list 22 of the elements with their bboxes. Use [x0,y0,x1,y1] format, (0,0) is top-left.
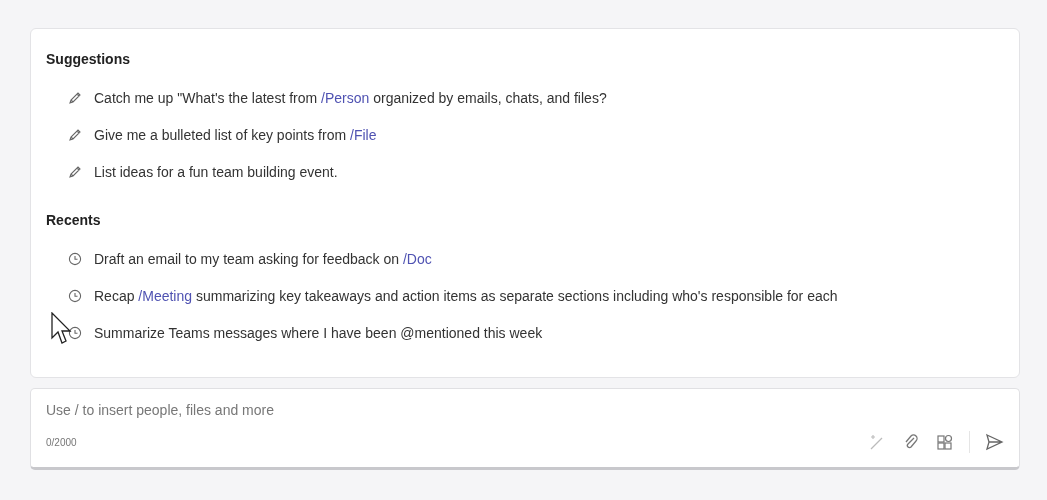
reference-link[interactable]: /Doc [402,250,432,267]
mouse-cursor-icon [51,312,73,346]
prompt-text[interactable]: List ideas for a fun team building event. [94,163,338,180]
clock-icon [68,251,82,266]
clock-icon [68,288,82,303]
prompt-text[interactable]: Catch me up "What's the latest from /Person organized by emails, chats, and files? [94,89,607,106]
section-heading: Suggestions [46,51,131,67]
reference-link[interactable]: /Person [321,89,370,106]
pencil-icon [68,127,82,142]
character-counter: 0/2000 [46,436,77,448]
prompt-text[interactable]: Give me a bulleted list of key points from /File [94,126,377,143]
clock-icon [68,325,82,340]
apps-icon[interactable] [935,432,955,452]
pencil-icon [68,164,82,179]
pencil-icon [68,90,82,105]
prompt-text[interactable]: Recap /Meeting summarizing key takeaways and action items as separate sections including who's responsible for each [94,287,838,304]
prompt-text[interactable]: Summarize Teams messages where I have been @mentioned this week [94,324,543,341]
prompt-text[interactable]: Draft an email to my team asking for feedback on /Doc [94,250,432,267]
send-icon[interactable] [984,432,1004,452]
reference-link[interactable]: /File [350,126,377,143]
reference-link[interactable]: /Meeting [138,287,193,304]
section-heading: Recents [46,212,102,228]
